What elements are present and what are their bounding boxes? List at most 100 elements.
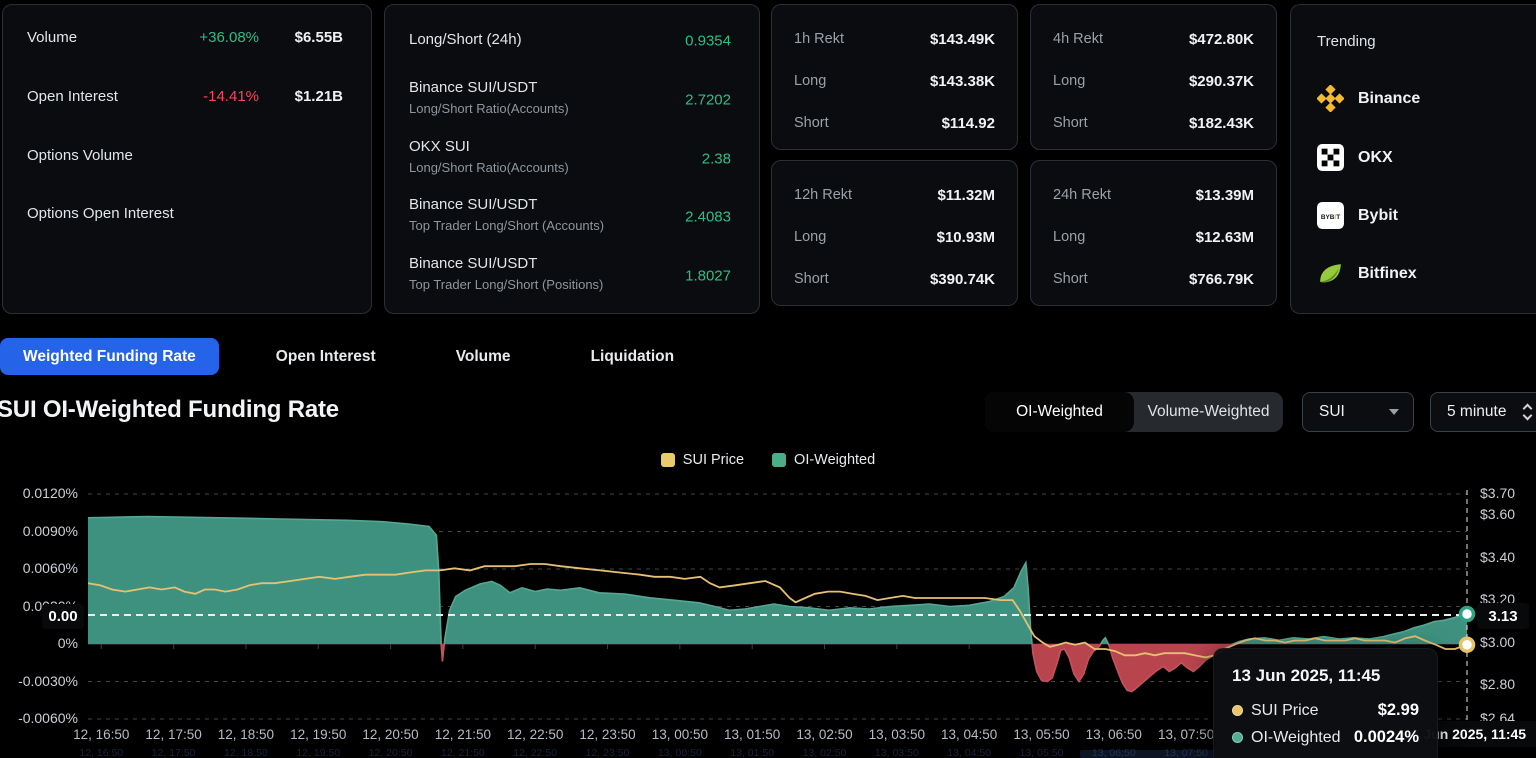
x-axis-tick: 13, 05:50 bbox=[1013, 727, 1069, 742]
trending-exchange-name: Bitfinex bbox=[1358, 265, 1417, 283]
legend-item-oi-weighted[interactable]: OI-Weighted bbox=[772, 452, 875, 468]
datazoom-ghost-label: 13, 07:50 bbox=[1164, 747, 1208, 758]
rekt-title: 4h Rekt bbox=[1053, 31, 1103, 47]
chart-tooltip: 13 Jun 2025, 11:45 SUI Price$2.99 OI-Weig… bbox=[1213, 648, 1438, 758]
stats-row-label: Options Volume bbox=[27, 147, 133, 164]
chart-title: SUI OI-Weighted Funding Rate bbox=[0, 396, 339, 424]
right-axis-tick: $3.70 bbox=[1480, 485, 1515, 501]
rekt-long-label: Long bbox=[794, 229, 826, 245]
datazoom-ghost-label: 12, 16:50 bbox=[79, 747, 123, 758]
rekt-short-value: $390.74K bbox=[930, 271, 995, 288]
left-axis-tick: 0.0120% bbox=[8, 485, 78, 501]
datazoom-ghost-label: 12, 17:50 bbox=[152, 747, 196, 758]
rekt-total-value: $472.80K bbox=[1189, 31, 1254, 48]
long-short-value: 1.8027 bbox=[685, 268, 731, 285]
interval-select[interactable]: 5 minute bbox=[1430, 392, 1536, 432]
datazoom-ghost-label: 12, 20:50 bbox=[369, 747, 413, 758]
x-axis-tick: 12, 16:50 bbox=[73, 727, 129, 742]
x-axis-tick: 13, 00:50 bbox=[652, 727, 708, 742]
x-axis-tick: 13, 07:50 bbox=[1158, 727, 1214, 742]
x-axis-tick: 13, 02:50 bbox=[796, 727, 852, 742]
x-axis-tick: 12, 18:50 bbox=[218, 727, 274, 742]
long-short-value: 2.38 bbox=[702, 151, 731, 168]
x-axis-tick: 13, 04:50 bbox=[941, 727, 997, 742]
up-down-chevron-icon bbox=[1524, 405, 1531, 419]
datazoom-ghost-label: 13, 02:50 bbox=[803, 747, 847, 758]
rekt-short-row: Short$390.74K bbox=[794, 271, 995, 289]
rekt-total-value: $11.32M bbox=[937, 187, 995, 204]
oi-weighted-swatch bbox=[772, 453, 786, 467]
rekt-title: 12h Rekt bbox=[794, 187, 852, 203]
x-axis-tick: 12, 19:50 bbox=[290, 727, 346, 742]
tooltip-series-dot bbox=[1232, 732, 1243, 743]
interval-select-value: 5 minute bbox=[1447, 403, 1506, 421]
tab-volume[interactable]: Volume bbox=[433, 338, 534, 375]
trending-item-bitfinex[interactable]: Bitfinex bbox=[1317, 260, 1417, 287]
stats-row-change: +36.08% bbox=[199, 29, 259, 46]
rekt-title: 24h Rekt bbox=[1053, 187, 1111, 203]
tooltip-series-name: SUI Price bbox=[1251, 702, 1319, 720]
rekt-long-label: Long bbox=[1053, 73, 1085, 89]
left-axis-tick: -0.0030% bbox=[8, 673, 78, 689]
chevron-down-icon bbox=[1389, 409, 1399, 415]
toggle-oi-weighted[interactable]: OI-Weighted bbox=[985, 392, 1134, 432]
long-short-pair-label: OKX SUI bbox=[409, 138, 735, 155]
tooltip-series-name: OI-Weighted bbox=[1251, 729, 1341, 747]
rekt-card-12h: 12h Rekt $11.32M Long $10.93M Short$390.74K bbox=[771, 160, 1018, 306]
rekt-short-row: Short$766.79K bbox=[1053, 271, 1254, 289]
trending-item-okx[interactable]: OKX bbox=[1317, 144, 1393, 171]
left-axis-tick: 0.0060% bbox=[8, 560, 78, 576]
current-funding-badge: 0.00 bbox=[42, 604, 84, 629]
symbol-select[interactable]: SUI bbox=[1302, 392, 1414, 432]
stats-row: Options Open Interest bbox=[27, 205, 347, 225]
tab-weighted-funding-rate[interactable]: Weighted Funding Rate bbox=[0, 338, 219, 375]
right-axis-tick: $3.00 bbox=[1480, 634, 1515, 650]
stats-row-label: Options Open Interest bbox=[27, 205, 174, 222]
weighting-toggle: OI-WeightedVolume-Weighted bbox=[985, 392, 1283, 432]
long-short-value: 2.4083 bbox=[685, 209, 731, 226]
right-axis-tick: $2.80 bbox=[1480, 676, 1515, 692]
trending-item-bybit[interactable]: BYBITBybit bbox=[1317, 202, 1398, 229]
x-axis-tick: 12, 20:50 bbox=[362, 727, 418, 742]
long-short-row: Binance SUI/USDTLong/Short Ratio(Account… bbox=[409, 79, 735, 121]
bitfinex-icon bbox=[1317, 260, 1344, 287]
long-short-row: Long/Short (24h)0.9354 bbox=[409, 31, 735, 51]
stats-row-value: $6.55B bbox=[295, 29, 343, 46]
tab-open-interest[interactable]: Open Interest bbox=[253, 338, 399, 375]
rekt-short-label: Short bbox=[794, 115, 829, 131]
legend-item-sui-price[interactable]: SUI Price bbox=[661, 452, 744, 468]
rekt-total-value: $13.39M bbox=[1196, 187, 1254, 204]
long-short-value: 0.9354 bbox=[685, 33, 731, 50]
chart-legend: SUI Price OI-Weighted bbox=[0, 452, 1536, 468]
rekt-long-value: $143.38K bbox=[930, 73, 995, 90]
market-stats-card: Volume +36.08% $6.55B Open Interest-14.41%$… bbox=[2, 4, 372, 314]
rekt-title: 1h Rekt bbox=[794, 31, 844, 47]
sui-price-swatch bbox=[661, 453, 675, 467]
tooltip-series-dot bbox=[1232, 705, 1243, 716]
tooltip-row: SUI Price$2.99 bbox=[1232, 701, 1419, 720]
stats-row: Options Volume bbox=[27, 147, 347, 167]
x-axis-tick: 12, 21:50 bbox=[435, 727, 491, 742]
x-axis-tick: 12, 22:50 bbox=[507, 727, 563, 742]
rekt-total-row: 4h Rekt $472.80K bbox=[1053, 31, 1254, 49]
coinglass-dashboard: Volume +36.08% $6.55B Open Interest-14.41%$… bbox=[0, 0, 1536, 758]
long-short-row: Binance SUI/USDTTop Trader Long/Short (P… bbox=[409, 255, 735, 297]
chart-tabs: Weighted Funding Rate Open Interest Volume… bbox=[0, 338, 697, 375]
rekt-long-value: $290.37K bbox=[1189, 73, 1254, 90]
rekt-short-row: Short$182.43K bbox=[1053, 115, 1254, 133]
x-axis-tick: 13, 06:50 bbox=[1086, 727, 1142, 742]
legend-label: OI-Weighted bbox=[794, 452, 875, 468]
rekt-card-1h: 1h Rekt$143.49KLong$143.38KShort$114.92 bbox=[771, 4, 1018, 150]
datazoom-ghost-label: 13, 00:50 bbox=[658, 747, 702, 758]
rekt-short-label: Short bbox=[1053, 115, 1088, 131]
trending-item-binance[interactable]: Binance bbox=[1317, 85, 1420, 112]
datazoom-ghost-label: 13, 03:50 bbox=[875, 747, 919, 758]
tab-liquidation[interactable]: Liquidation bbox=[568, 338, 698, 375]
stats-row-label: Volume bbox=[27, 29, 77, 46]
left-axis-tick: 0% bbox=[8, 635, 78, 651]
toggle-volume-weighted[interactable]: Volume-Weighted bbox=[1134, 392, 1283, 432]
stats-row: Open Interest-14.41%$1.21B bbox=[27, 88, 347, 108]
datazoom-ghost-label: 12, 19:50 bbox=[296, 747, 340, 758]
rekt-long-value: $10.93M bbox=[937, 229, 995, 246]
tooltip-title: 13 Jun 2025, 11:45 bbox=[1232, 666, 1419, 686]
